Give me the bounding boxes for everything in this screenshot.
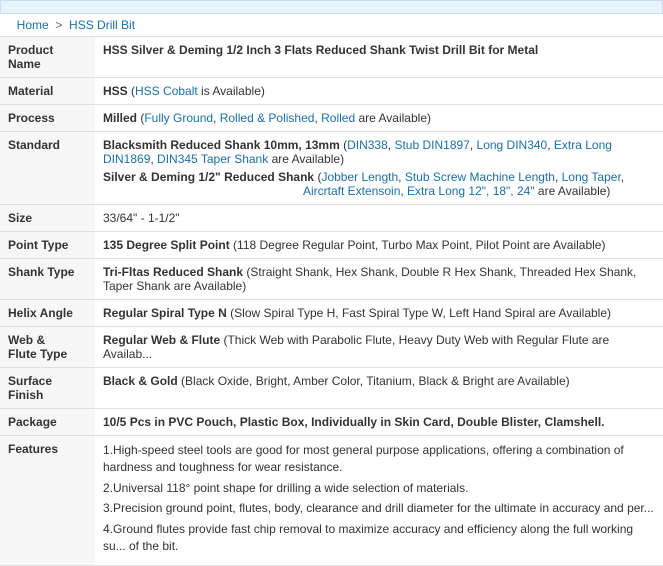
feature-item: 2.Universal 118° point shape for drillin… (103, 480, 655, 497)
table-row: Package10/5 Pcs in PVC Pouch, Plastic Bo… (0, 409, 663, 436)
row-value: 135 Degree Split Point (118 Degree Regul… (95, 232, 663, 259)
row-value: HSS Silver & Deming 1/2 Inch 3 Flats Red… (95, 37, 663, 78)
table-row: Helix AngleRegular Spiral Type N (Slow S… (0, 300, 663, 327)
feature-item: 3.Precision ground point, flutes, body, … (103, 500, 655, 517)
breadcrumb: Home > HSS Drill Bit (0, 14, 663, 37)
row-label: Features (0, 436, 95, 566)
row-value: Regular Spiral Type N (Slow Spiral Type … (95, 300, 663, 327)
product-name-value: HSS Silver & Deming 1/2 Inch 3 Flats Red… (103, 43, 538, 57)
row-label: Standard (0, 132, 95, 205)
row-label: Material (0, 78, 95, 105)
row-label: Web & Flute Type (0, 327, 95, 368)
row-label: Package (0, 409, 95, 436)
table-row: Point Type135 Degree Split Point (118 De… (0, 232, 663, 259)
row-value: Tri-Fltas Reduced Shank (Straight Shank,… (95, 259, 663, 300)
row-label: Product Name (0, 37, 95, 78)
feature-item: 1.High-speed steel tools are good for mo… (103, 442, 655, 476)
table-row: MaterialHSS (HSS Cobalt is Available) (0, 78, 663, 105)
row-label: Point Type (0, 232, 95, 259)
row-value: 10/5 Pcs in PVC Pouch, Plastic Box, Indi… (95, 409, 663, 436)
title-bar (0, 0, 663, 14)
table-row: Product Name HSS Silver & Deming 1/2 Inch… (0, 37, 663, 78)
row-label: Surface Finish (0, 368, 95, 409)
table-row: Web & Flute TypeRegular Web & Flute (Thi… (0, 327, 663, 368)
row-label: Shank Type (0, 259, 95, 300)
table-row: Surface FinishBlack & Gold (Black Oxide,… (0, 368, 663, 409)
feature-item: 4.Ground flutes provide fast chip remova… (103, 521, 655, 555)
table-row: Features1.High-speed steel tools are goo… (0, 436, 663, 566)
table-row: Size33/64" - 1-1/2" (0, 205, 663, 232)
table-row: Shank TypeTri-Fltas Reduced Shank (Strai… (0, 259, 663, 300)
breadcrumb-home[interactable]: Home (17, 18, 49, 32)
row-value: Black & Gold (Black Oxide, Bright, Amber… (95, 368, 663, 409)
table-row: StandardBlacksmith Reduced Shank 10mm, 1… (0, 132, 663, 205)
row-value: Regular Web & Flute (Thick Web with Para… (95, 327, 663, 368)
row-value: Blacksmith Reduced Shank 10mm, 13mm (DIN… (95, 132, 663, 205)
row-label: Process (0, 105, 95, 132)
row-value: HSS (HSS Cobalt is Available) (95, 78, 663, 105)
row-label: Helix Angle (0, 300, 95, 327)
table-row: ProcessMilled (Fully Ground, Rolled & Po… (0, 105, 663, 132)
breadcrumb-category[interactable]: HSS Drill Bit (69, 18, 135, 32)
row-value: 33/64" - 1-1/2" (95, 205, 663, 232)
row-value: 1.High-speed steel tools are good for mo… (95, 436, 663, 566)
row-value: Milled (Fully Ground, Rolled & Polished,… (95, 105, 663, 132)
row-label: Size (0, 205, 95, 232)
